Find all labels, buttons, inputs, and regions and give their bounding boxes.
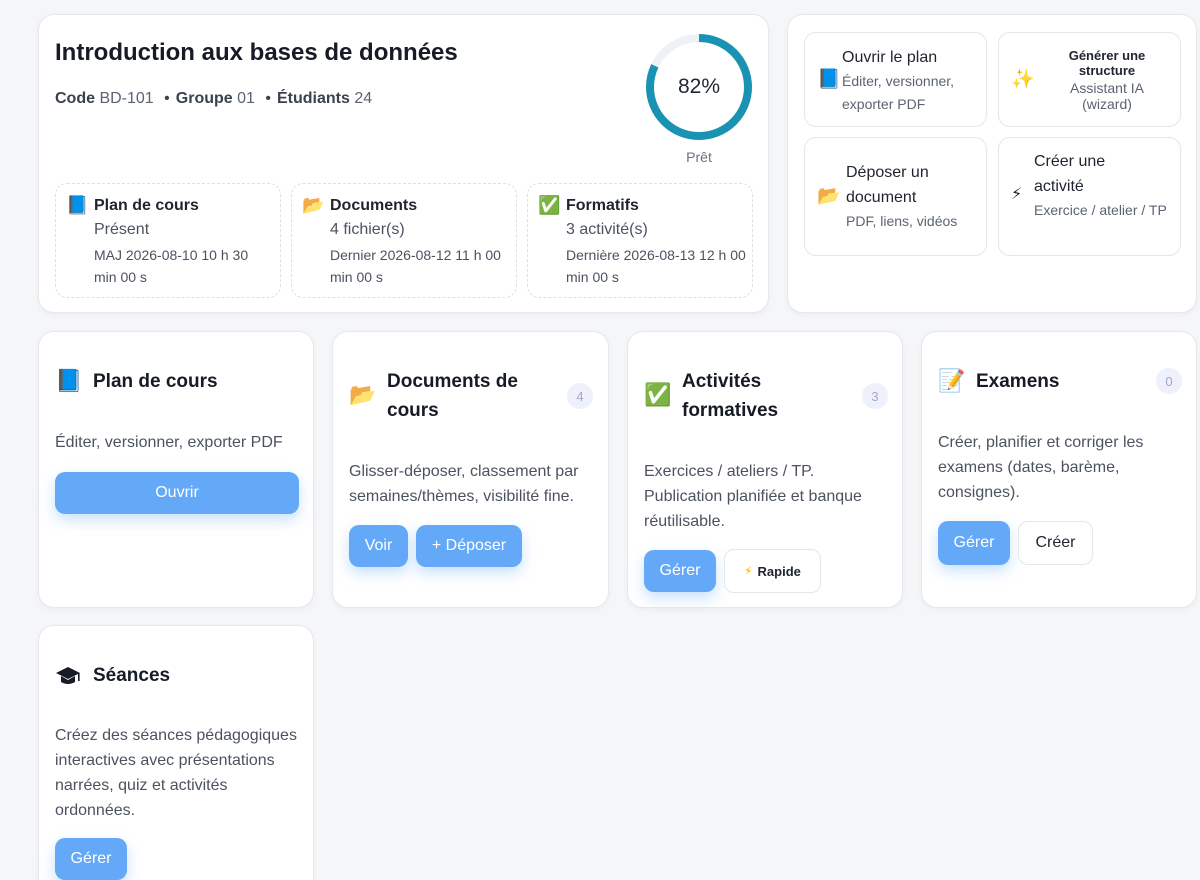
blue-book-icon: 📘: [55, 369, 83, 394]
open-folder-icon: 📂: [302, 195, 325, 216]
section-plan-de-cours: 📘 Plan de cours Éditer, versionner, expo…: [38, 331, 314, 608]
check-mark-icon: ✅: [538, 195, 561, 216]
quick-action-upload-document[interactable]: 📂 Déposer un document PDF, liens, vidéos: [804, 137, 987, 256]
blue-book-icon: 📘: [66, 195, 89, 216]
section-title: Activités formatives: [682, 371, 779, 421]
section-examens: 📝 Examens 0 Créer, planifier et corriger…: [921, 331, 1197, 608]
course-group: 01: [237, 90, 255, 107]
summary-documents: 📂 Documents 4 fichier(s) Dernier 2026-08-…: [291, 183, 517, 298]
group-label: Groupe: [175, 90, 233, 107]
code-label: Code: [55, 90, 95, 107]
section-description: Glisser-déposer, classement par semaines…: [349, 463, 579, 505]
lightning-icon: ⚡: [1011, 184, 1023, 203]
progress-percent: 82%: [677, 75, 721, 98]
quick-action-open-plan[interactable]: 📘 Ouvrir le plan Éditer, versionner, exp…: [804, 32, 987, 127]
section-title: Examens: [976, 371, 1060, 392]
course-title: Introduction aux bases de données: [55, 39, 458, 66]
summary-title: Plan de cours: [94, 196, 199, 214]
course-students: 24: [354, 90, 373, 107]
separator: •: [265, 90, 271, 107]
course-overview-card: Introduction aux bases de données Code B…: [38, 14, 769, 313]
upload-document-button[interactable]: + Déposer: [416, 525, 522, 567]
summary-value: 3 activité(s): [566, 221, 648, 238]
quick-action-title: Déposer un document: [846, 164, 929, 206]
summary-detail: MAJ 2026-08-10 10 h 30 min 00 s: [94, 247, 249, 285]
quick-action-create-activity[interactable]: ⚡ Créer une activité Exercice / atelier …: [998, 137, 1181, 256]
section-description: Créez des séances pédagogiques interacti…: [55, 727, 297, 819]
section-description: Éditer, versionner, exporter PDF: [55, 434, 283, 451]
students-label: Étudiants: [276, 90, 350, 107]
check-mark-icon: ✅: [644, 383, 672, 408]
section-title: Séances: [93, 665, 171, 686]
section-title: Documents de cours: [387, 371, 518, 421]
summary-title: Formatifs: [566, 196, 639, 214]
quick-action-subtitle: Éditer, versionner, exporter PDF: [842, 73, 955, 112]
section-activites-formatives: ✅ Activités formatives 3 Exercices / ate…: [627, 331, 903, 608]
quick-action-title: Créer une activité: [1034, 153, 1106, 195]
open-plan-button[interactable]: Ouvrir: [55, 472, 299, 514]
section-title: Plan de cours: [93, 371, 218, 392]
section-documents: 📂 Documents de cours 4 Glisser-déposer, …: [332, 331, 609, 608]
quick-action-subtitle: Assistant IA (wizard): [1070, 80, 1144, 112]
sparkles-icon: ✨: [1011, 68, 1035, 90]
memo-icon: 📝: [938, 369, 966, 394]
section-seances: Séances Créez des séances pédagogiques i…: [38, 625, 314, 880]
open-folder-icon: 📂: [349, 383, 377, 408]
blue-book-icon: 📘: [817, 68, 841, 90]
open-folder-icon: 📂: [817, 185, 841, 207]
quick-activity-label: Rapide: [757, 563, 801, 579]
manage-sessions-button[interactable]: Gérer: [55, 838, 127, 880]
summary-formatifs: ✅ Formatifs 3 activité(s) Dernière 2026-0…: [527, 183, 753, 298]
course-code: BD-101: [99, 90, 154, 107]
manage-exams-button[interactable]: Gérer: [938, 521, 1010, 565]
count-badge: 0: [1156, 368, 1182, 394]
course-meta: Code BD-101 • Groupe 01 • Étudiants 24: [55, 90, 372, 108]
separator: •: [164, 90, 170, 107]
count-badge: 3: [862, 383, 888, 409]
quick-action-subtitle: PDF, liens, vidéos: [846, 213, 958, 229]
section-description: Exercices / ateliers / TP. Publication p…: [644, 463, 862, 530]
summary-value: Présent: [94, 221, 150, 238]
progress-status: Prêt: [686, 149, 712, 165]
manage-activities-button[interactable]: Gérer: [644, 550, 716, 592]
section-description: Créer, planifier et corriger les examens…: [938, 434, 1144, 501]
quick-action-title: Ouvrir le plan: [842, 49, 938, 66]
graduation-cap-icon: [56, 666, 80, 684]
summary-detail: Dernier 2026-08-12 11 h 00 min 00 s: [330, 247, 501, 285]
summary-value: 4 fichier(s): [330, 221, 405, 238]
count-badge: 4: [567, 383, 593, 409]
summary-plan: 📘 Plan de cours Présent MAJ 2026-08-10 10…: [55, 183, 281, 298]
summary-detail: Dernière 2026-08-13 12 h 00 min 00 s: [566, 247, 746, 285]
quick-actions-card: 📘 Ouvrir le plan Éditer, versionner, exp…: [787, 14, 1197, 313]
summary-title: Documents: [330, 196, 418, 214]
quick-action-title: Générer une structure: [1068, 48, 1146, 78]
view-documents-button[interactable]: Voir: [349, 525, 408, 567]
lightning-icon: ⚡: [744, 564, 753, 578]
create-exam-button[interactable]: Créer: [1018, 521, 1093, 565]
quick-activity-button[interactable]: ⚡ Rapide: [724, 549, 821, 593]
quick-action-generate-structure[interactable]: ✨ Générer une structure Assistant IA (wi…: [998, 32, 1181, 127]
quick-action-subtitle: Exercice / atelier / TP: [1034, 202, 1167, 218]
